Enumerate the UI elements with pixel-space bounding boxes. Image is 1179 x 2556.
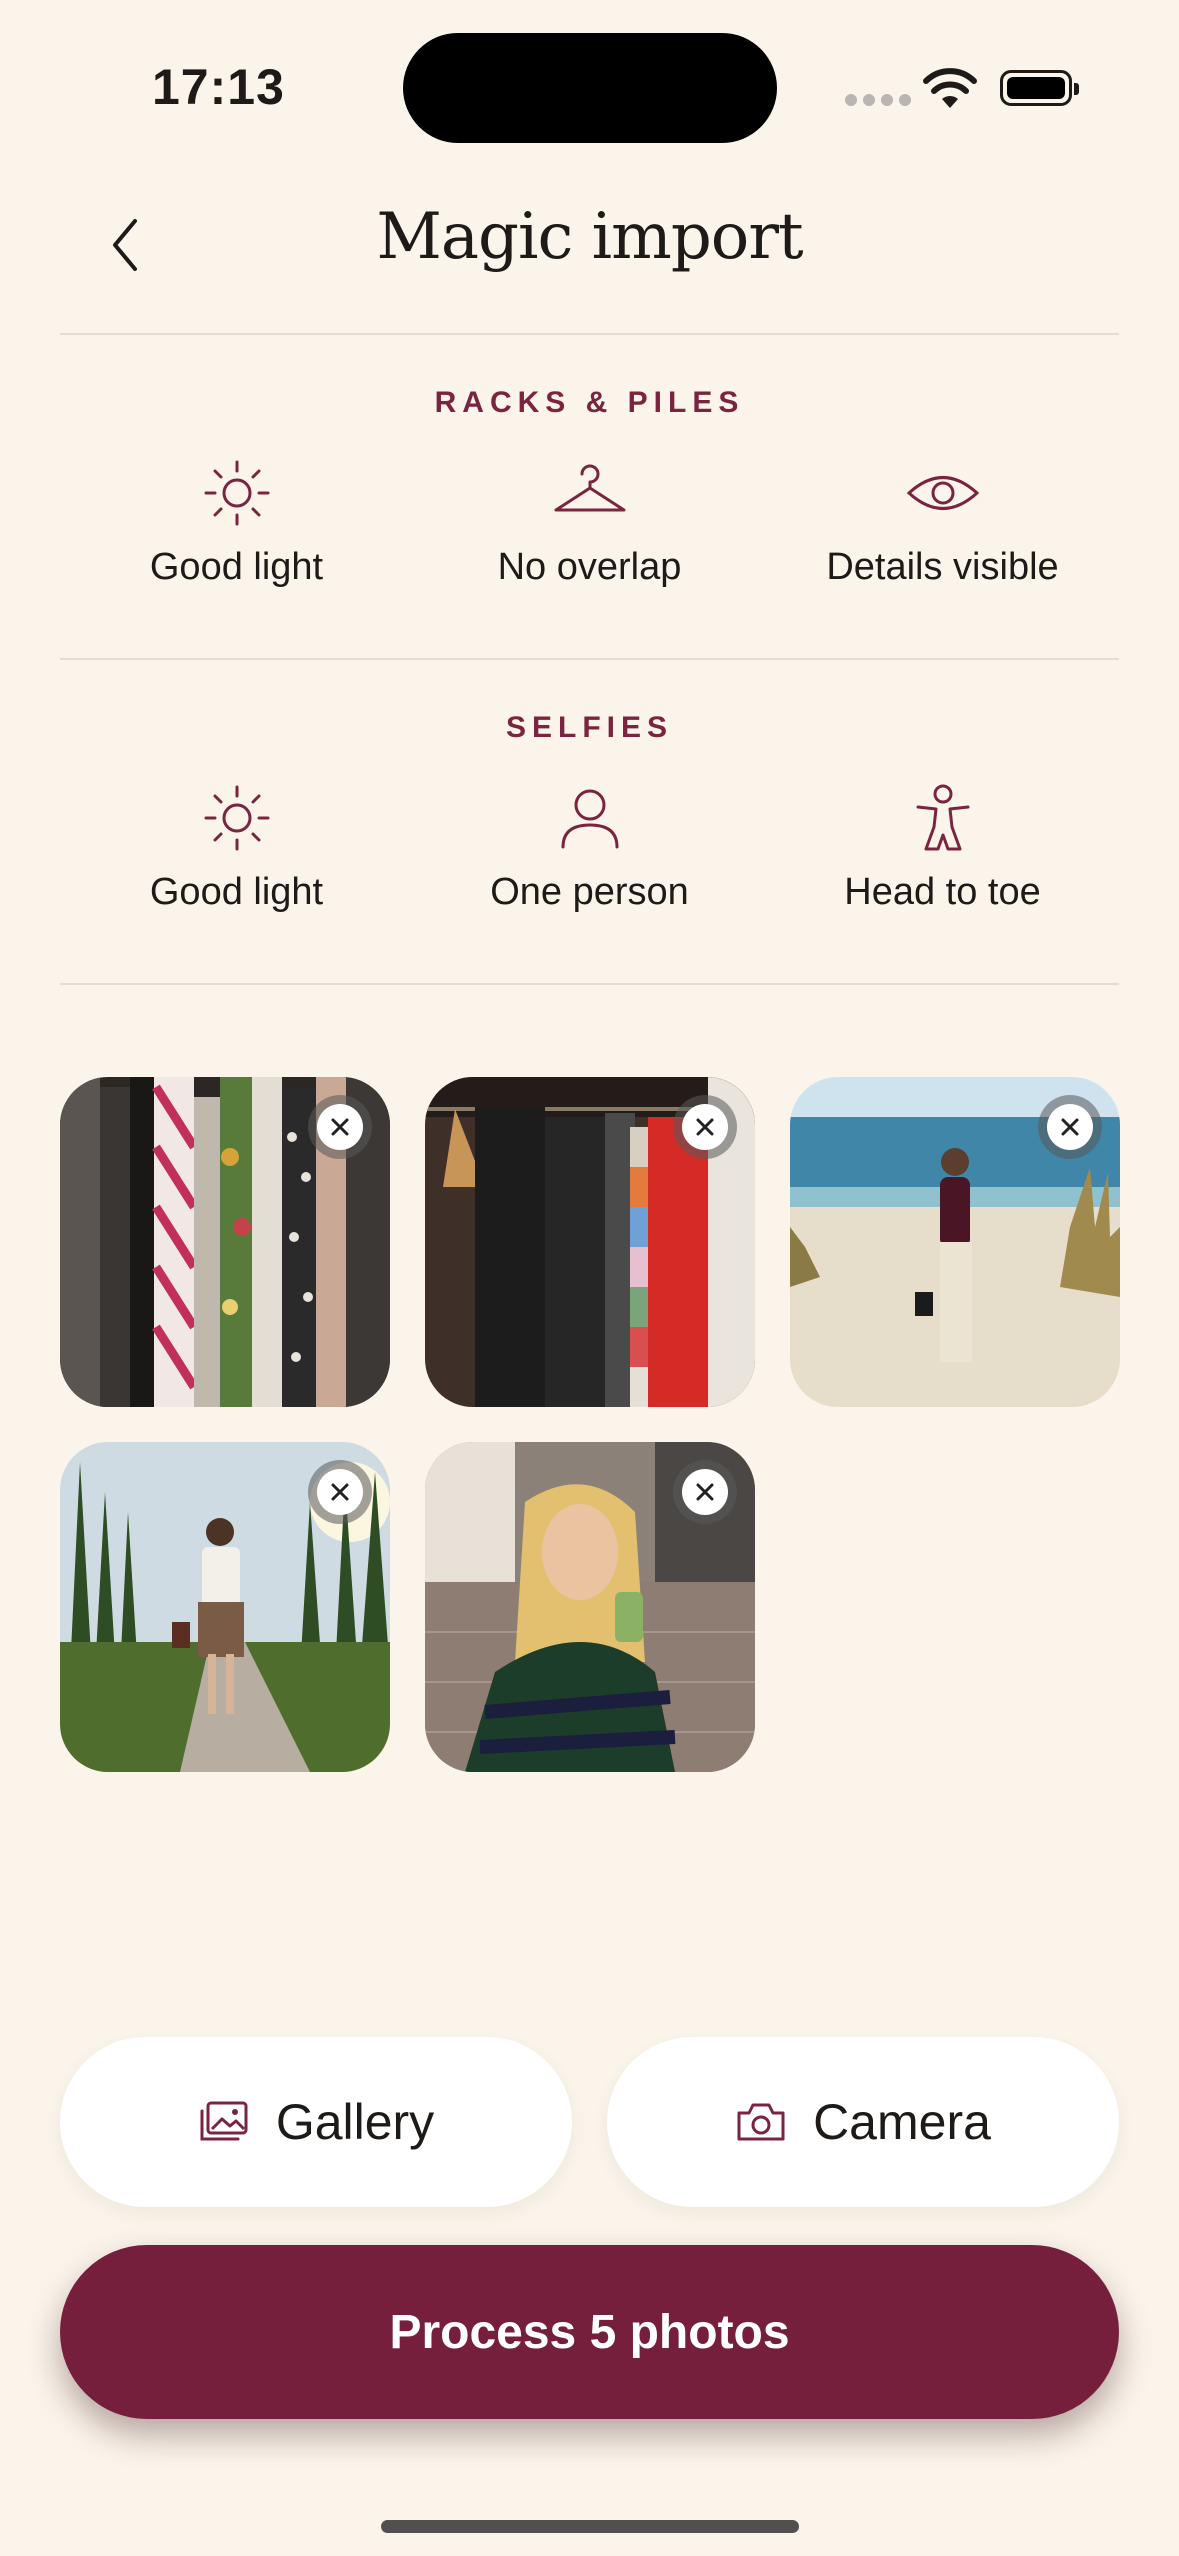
- camera-button[interactable]: Camera: [607, 2037, 1119, 2207]
- tip-label: Details visible: [826, 546, 1059, 588]
- eye-icon: [906, 476, 979, 510]
- section-title-selfies: SELFIES: [505, 711, 674, 744]
- section-divider: [60, 658, 1119, 660]
- close-icon: [696, 1118, 714, 1136]
- tip-details-visible: Details visible: [766, 458, 1119, 589]
- remove-photo-button[interactable]: [673, 1095, 737, 1159]
- battery-icon: [1000, 70, 1079, 106]
- tip-label: One person: [490, 871, 689, 913]
- image-icon: [200, 2101, 248, 2141]
- header-divider: [60, 333, 1119, 335]
- process-label: Process 5 photos: [389, 2305, 790, 2359]
- tip-label: No overlap: [497, 546, 682, 588]
- tip-one-person: One person: [413, 783, 766, 914]
- racks-tips: Good light No overlap Details visible: [60, 458, 1119, 589]
- gallery-button[interactable]: Gallery: [60, 2037, 572, 2207]
- photo-thumbnail[interactable]: [60, 1442, 390, 1772]
- page-title: Magic import: [376, 200, 803, 274]
- person-icon: [561, 789, 618, 849]
- dynamic-island: [403, 33, 777, 143]
- sun-icon: [204, 785, 269, 851]
- remove-photo-button[interactable]: [673, 1460, 737, 1524]
- sun-icon: [204, 460, 269, 526]
- camera-icon: [737, 2103, 785, 2141]
- close-icon: [1061, 1118, 1079, 1136]
- status-time: 17:13: [152, 59, 285, 115]
- full-body-icon: [916, 784, 969, 851]
- hanger-icon: [554, 464, 625, 512]
- remove-photo-button[interactable]: [308, 1095, 372, 1159]
- photo-thumbnail[interactable]: [790, 1077, 1120, 1407]
- remove-photo-button[interactable]: [1038, 1095, 1102, 1159]
- tip-no-overlap: No overlap: [413, 458, 766, 589]
- close-icon: [331, 1483, 349, 1501]
- magic-import-screen: 17:13 Magic import RACKS & PILES Good li…: [0, 0, 1179, 2556]
- remove-photo-button[interactable]: [308, 1460, 372, 1524]
- photo-thumbnail[interactable]: [425, 1077, 755, 1407]
- tip-good-light: Good light: [60, 458, 413, 589]
- section-divider: [60, 983, 1119, 985]
- tip-good-light: Good light: [60, 783, 413, 914]
- home-indicator[interactable]: [381, 2520, 799, 2533]
- tip-label: Good light: [149, 546, 324, 588]
- selfies-tips: Good light One person Head to toe: [60, 783, 1119, 914]
- wifi-icon: [923, 68, 977, 108]
- camera-label: Camera: [813, 2094, 991, 2150]
- tip-label: Good light: [149, 871, 324, 913]
- section-title-racks: RACKS & PILES: [434, 386, 745, 419]
- close-icon: [331, 1118, 349, 1136]
- gallery-label: Gallery: [275, 2094, 435, 2150]
- close-icon: [696, 1483, 714, 1501]
- photo-thumbnail[interactable]: [60, 1077, 390, 1407]
- tip-head-to-toe: Head to toe: [766, 783, 1119, 914]
- process-photos-button[interactable]: Process 5 photos: [60, 2245, 1119, 2419]
- photo-thumbnail[interactable]: [425, 1442, 755, 1772]
- cellular-signal-icon: [845, 94, 911, 106]
- tip-label: Head to toe: [844, 871, 1041, 913]
